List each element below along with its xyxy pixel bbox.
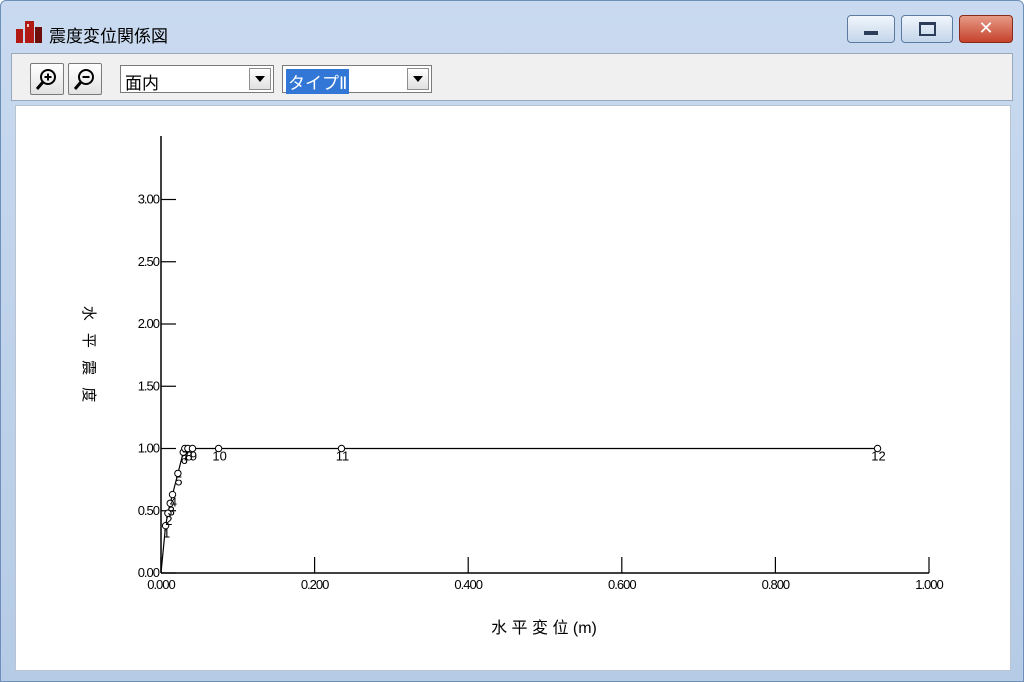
plane-select-dropdown-button[interactable]: [249, 68, 271, 90]
data-point-label: 12: [871, 449, 885, 464]
zoom-in-icon: [35, 69, 56, 90]
minimize-icon: [864, 31, 878, 35]
chart-series: 123456789 10 11 12: [160, 444, 886, 574]
y-axis-label: 水 平 震 度: [80, 306, 97, 407]
y-tick-label: 2.50: [138, 254, 160, 269]
x-tick-label: 0.600: [608, 577, 636, 592]
maximize-button[interactable]: [901, 15, 953, 43]
close-button[interactable]: ✕: [959, 15, 1013, 43]
chevron-down-icon: [413, 76, 423, 82]
data-point-label: 9: [190, 449, 197, 464]
series-line: [160, 447, 878, 574]
toolbar: 面内 タイプⅡ: [11, 53, 1013, 101]
chart-ticks: 0.000.501.001.502.002.503.000.000 0.200 0.…: [138, 192, 945, 593]
chart-canvas: 0.00 0.50 1.00 1.50 2.00 2.50 3.00 0.000 0.200 0.…: [15, 105, 1011, 671]
zoom-in-button[interactable]: [30, 63, 64, 95]
app-window: 震度変位関係図 ✕ 面内 タイプⅡ 0.00 0.50 1.00 1.50 2.…: [0, 0, 1024, 682]
seismic-displacement-chart: 0.000.501.001.502.002.503.000.000 0.200 0.…: [80, 136, 945, 637]
maximize-icon: [918, 22, 936, 36]
y-tick-label: 1.50: [138, 378, 160, 393]
data-point-label: 11: [336, 449, 350, 464]
title-bar[interactable]: 震度変位関係図 ✕: [1, 1, 1023, 51]
close-icon: ✕: [978, 18, 994, 39]
x-tick-label: 0.400: [454, 577, 482, 592]
y-tick-label: 3.00: [138, 192, 160, 207]
zoom-out-icon: [73, 69, 94, 90]
x-tick-label: 1.000: [915, 577, 943, 592]
x-tick-label: 0.800: [762, 577, 790, 592]
chart-axes: [160, 136, 929, 574]
plane-select[interactable]: 面内: [120, 65, 274, 94]
x-tick-label: 0.200: [301, 577, 329, 592]
type-select[interactable]: タイプⅡ: [282, 65, 432, 94]
data-point-label: 4: [170, 495, 177, 510]
app-icon: [16, 21, 42, 43]
zoom-out-button[interactable]: [68, 63, 102, 95]
type-select-dropdown-button[interactable]: [407, 68, 429, 90]
minimize-button[interactable]: [847, 15, 895, 43]
window-title: 震度変位関係図: [49, 27, 168, 47]
x-axis-label: 水 平 変 位 (m): [491, 619, 597, 637]
y-tick-label: 0.50: [138, 503, 160, 518]
data-point-label: 10: [212, 449, 226, 464]
x-tick-label: 0.000: [147, 577, 175, 592]
type-select-value: タイプⅡ: [286, 69, 350, 94]
y-tick-label: 2.00: [138, 316, 160, 331]
plane-select-value: 面内: [125, 74, 159, 94]
data-point-label: 5: [175, 473, 182, 488]
y-tick-label: 1.00: [138, 441, 160, 456]
chevron-down-icon: [255, 76, 265, 82]
